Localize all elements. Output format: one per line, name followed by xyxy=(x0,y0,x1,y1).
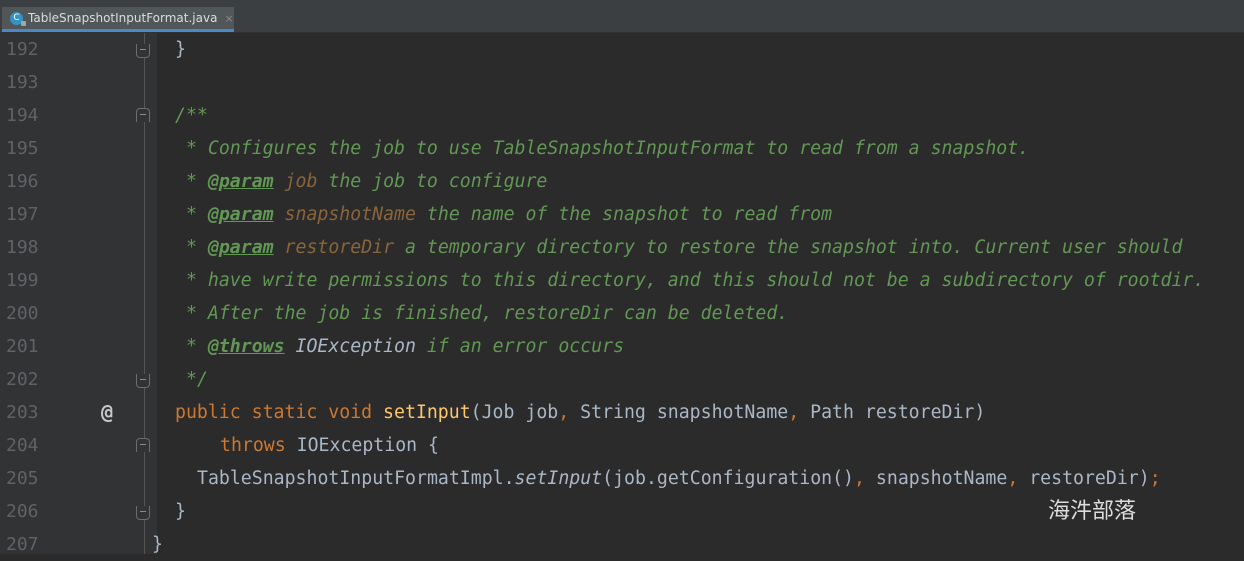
param-job: (Job job xyxy=(470,402,559,423)
doc-param-desc: the job to configure xyxy=(317,171,548,192)
fold-start-icon[interactable] xyxy=(136,108,150,122)
doc-star: * xyxy=(186,171,208,192)
exception-type: IOException { xyxy=(296,435,440,456)
line-number: 198 xyxy=(6,237,39,258)
line-number: 199 xyxy=(6,270,39,291)
comma: , xyxy=(788,402,811,423)
doc-param-line: * @param restoreDir a temporary director… xyxy=(186,231,1182,264)
static-method-name: setInput xyxy=(514,468,603,489)
watermark: 海汼部落 xyxy=(1048,499,1137,524)
doc-param-line: * @param job the job to configure xyxy=(186,165,547,198)
code-line: 203 @ public static void setInput(Job jo… xyxy=(0,396,1244,429)
line-number: 200 xyxy=(6,303,39,324)
doc-throws-line: * @throws IOException if an error occurs xyxy=(186,330,624,363)
doc-param-name: snapshotName xyxy=(273,204,416,225)
line-number: 203 xyxy=(6,402,39,423)
doc-star: * xyxy=(186,237,208,258)
breadcrumb-bar xyxy=(0,0,1244,7)
doc-comment-open: /** xyxy=(175,105,208,126)
line-number: 196 xyxy=(6,171,39,192)
override-marker-icon[interactable]: @ xyxy=(101,396,113,429)
code-line: 198 * @param restoreDir a temporary dire… xyxy=(0,231,1244,264)
code-line: 202 */ xyxy=(0,363,1244,396)
code-line: 196 * @param job the job to configure xyxy=(0,165,1244,198)
arg-config: (job.getConfiguration() xyxy=(602,468,855,489)
tab-tablesnapshotinputformat[interactable]: C TableSnapshotInputFormat.java × xyxy=(2,7,234,32)
throws-clause: throws IOException { xyxy=(220,429,439,462)
doc-star: * xyxy=(186,204,208,225)
fold-end-icon[interactable] xyxy=(136,374,150,388)
line-number: 192 xyxy=(6,39,39,60)
code-line: 193 xyxy=(0,66,1244,99)
code-line: 199 * have write permissions to this dir… xyxy=(0,264,1244,297)
line-number: 207 xyxy=(6,534,39,555)
method-call: TableSnapshotInputFormatImpl.setInput(jo… xyxy=(197,462,1161,495)
code-text: } xyxy=(175,39,186,60)
doc-exception-name: IOException xyxy=(284,336,416,357)
method-signature: public static void setInput(Job job, Str… xyxy=(175,396,985,429)
doc-star: * xyxy=(186,336,208,357)
doc-comment-text: * After the job is finished, restoreDir … xyxy=(186,303,789,324)
method-name: setInput xyxy=(383,402,471,423)
code-line: 194 /** xyxy=(0,99,1244,132)
line-number: 202 xyxy=(6,369,39,390)
arg-restoredir: restoreDir) xyxy=(1029,468,1150,489)
code-editor[interactable]: 192 } 193 194 /** 195 * Configures the j… xyxy=(0,33,1244,555)
doc-throws-desc: if an error occurs xyxy=(415,336,625,357)
closing-brace: } xyxy=(175,501,186,522)
code-line: 204 throws IOException { xyxy=(0,429,1244,462)
code-line: 192 } xyxy=(0,33,1244,66)
fold-end-icon[interactable] xyxy=(136,44,150,58)
semicolon: ; xyxy=(1149,468,1161,489)
code-line: 205 TableSnapshotInputFormatImpl.setInpu… xyxy=(0,462,1244,495)
class-ref: TableSnapshotInputFormatImpl. xyxy=(197,468,515,489)
param-restoredir: Path restoreDir) xyxy=(810,402,986,423)
editor-tab-bar: C TableSnapshotInputFormat.java × xyxy=(0,7,1244,33)
doc-tag: @param xyxy=(207,171,274,192)
doc-tag: @param xyxy=(207,204,274,225)
java-class-icon: C xyxy=(10,11,26,26)
tab-filename: TableSnapshotInputFormat.java xyxy=(28,11,218,25)
line-number: 194 xyxy=(6,105,39,126)
doc-tag: @param xyxy=(207,237,274,258)
modifiers: public static void xyxy=(175,402,384,423)
doc-param-desc: a temporary directory to restore the sna… xyxy=(394,237,1183,258)
arg-snapshotname: snapshotName xyxy=(875,468,1008,489)
line-number: 195 xyxy=(6,138,39,159)
throws-keyword: throws xyxy=(220,435,297,456)
line-number: 206 xyxy=(6,501,39,522)
param-snapshotname: String snapshotName xyxy=(580,402,789,423)
doc-param-desc: the name of the snapshot to read from xyxy=(415,204,833,225)
close-icon[interactable]: × xyxy=(224,12,233,25)
comma: , xyxy=(1007,468,1030,489)
doc-comment-text: * have write permissions to this directo… xyxy=(186,270,1205,291)
doc-comment-text: * Configures the job to use TableSnapsho… xyxy=(186,138,1030,159)
doc-comment-close: */ xyxy=(186,369,208,390)
line-number: 193 xyxy=(6,72,39,93)
line-number: 204 xyxy=(6,435,39,456)
comma: , xyxy=(854,468,876,489)
code-line: 197 * @param snapshotName the name of th… xyxy=(0,198,1244,231)
doc-param-name: restoreDir xyxy=(273,237,395,258)
code-line: 195 * Configures the job to use TableSna… xyxy=(0,132,1244,165)
fold-start-icon[interactable] xyxy=(136,438,150,452)
doc-param-name: job xyxy=(273,171,318,192)
line-number: 197 xyxy=(6,204,39,225)
code-line: 200 * After the job is finished, restore… xyxy=(0,297,1244,330)
fold-end-icon[interactable] xyxy=(136,506,150,520)
closing-brace: } xyxy=(152,534,163,555)
line-number: 205 xyxy=(6,468,39,489)
doc-tag: @throws xyxy=(207,336,285,357)
code-line: 201 * @throws IOException if an error oc… xyxy=(0,330,1244,363)
line-number: 201 xyxy=(6,336,39,357)
comma: , xyxy=(558,402,581,423)
code-line: 207 } xyxy=(0,528,1244,561)
doc-param-line: * @param snapshotName the name of the sn… xyxy=(186,198,832,231)
